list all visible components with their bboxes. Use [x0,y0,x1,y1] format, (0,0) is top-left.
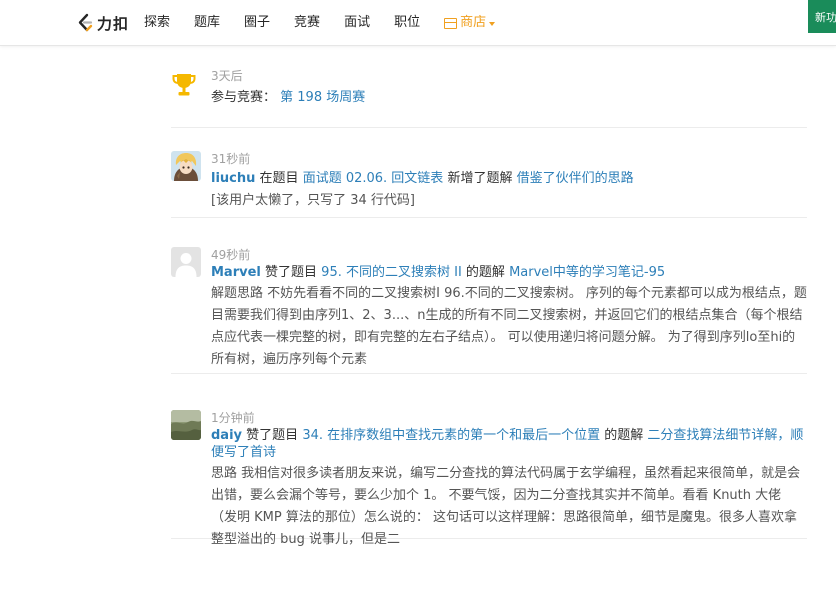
avatar-default[interactable] [171,247,201,277]
nav-shop-label: 商店 [460,15,487,30]
feed-item-content: 49秒前 Marvel 赞了题目 95. 不同的二叉搜索树 II 的题解 Mar… [211,247,807,371]
solution-link[interactable]: 借鉴了伙伴们的思路 [517,171,634,186]
nav-shop[interactable]: 商店 [444,14,496,32]
nav-circle[interactable]: 圈子 [244,14,270,32]
activity-feed: 3天后 参与竞赛： 第 198 场周赛 31秒前 liuchu 在题目 面试题 … [171,46,807,547]
feed-item-title: daiy 赞了题目 34. 在排序数组中查找元素的第一个和最后一个位置 的题解 … [211,427,807,461]
problem-link[interactable]: 面试题 02.06. 回文链表 [303,171,444,186]
chevron-down-icon [489,21,496,26]
feed-item-text: 的题解 [604,428,644,443]
nav-explore[interactable]: 探索 [144,14,170,32]
feed-item-summary: 解题思路 不妨先看看不同的二叉搜索树I 96.不同的二叉搜索树。 序列的每个元素… [211,286,807,367]
user-link[interactable]: daiy [211,428,242,443]
feed-item-title: Marvel 赞了题目 95. 不同的二叉搜索树 II 的题解 Marvel中等… [211,264,807,281]
feed-item-summary: 思路 我相信对很多读者朋友来说，编写二分查找的算法代码属于玄学编程，虽然看起来很… [211,466,801,547]
shop-icon [444,17,458,29]
problem-link[interactable]: 95. 不同的二叉搜索树 II [321,265,462,280]
avatar-anime[interactable] [171,151,201,181]
nav-jobs[interactable]: 职位 [394,14,420,32]
feed-item-text: 参与竞赛： [211,90,277,105]
feed-item-title: liuchu 在题目 面试题 02.06. 回文链表 新增了题解 借鉴了伙伴们的… [211,170,807,187]
feed-item-content: 3天后 参与竞赛： 第 198 场周赛 [211,68,807,106]
user-link[interactable]: liuchu [211,171,255,186]
feed-item-text: 赞了题目 [246,428,299,443]
feed-item-content: 1分钟前 daiy 赞了题目 34. 在排序数组中查找元素的第一个和最后一个位置… [211,410,807,551]
user-link[interactable]: Marvel [211,265,261,280]
nav-contest[interactable]: 竞赛 [294,14,320,32]
feed-item: 31秒前 liuchu 在题目 面试题 02.06. 回文链表 新增了题解 借鉴… [171,128,807,218]
feed-item-time: 31秒前 [211,152,251,166]
problem-link[interactable]: 34. 在排序数组中查找元素的第一个和最后一个位置 [302,428,600,443]
feed-item: 3天后 参与竞赛： 第 198 场周赛 [171,46,807,128]
feed-item-content: 31秒前 liuchu 在题目 面试题 02.06. 回文链表 新增了题解 借鉴… [211,151,807,212]
logo-text: 力扣 [97,14,130,33]
top-navbar: 力扣 探索 题库 圈子 竞赛 面试 职位 商店 新功 [0,0,836,46]
new-feature-button[interactable]: 新功 [808,0,836,33]
nav-problems[interactable]: 题库 [194,14,220,32]
feed-item-time: 49秒前 [211,248,251,262]
feed-item-text: 的题解 [465,265,505,280]
feed-item: 1分钟前 daiy 赞了题目 34. 在排序数组中查找元素的第一个和最后一个位置… [171,374,807,547]
feed-item-text: 赞了题目 [265,265,318,280]
feed-item: 49秒前 Marvel 赞了题目 95. 不同的二叉搜索树 II 的题解 Mar… [171,218,807,374]
solution-link[interactable]: Marvel中等的学习笔记-95 [509,265,665,280]
avatar-landscape[interactable] [171,410,201,440]
feed-item-text: 新增了题解 [447,171,513,186]
feed-item-time: 1分钟前 [211,411,255,425]
nav-interview[interactable]: 面试 [344,14,370,32]
feed-item-text: 在题目 [259,171,299,186]
leetcode-logo-icon [78,13,93,32]
trophy-icon [171,72,197,98]
contest-link[interactable]: 第 198 场周赛 [280,90,365,105]
feed-item-title: 参与竞赛： 第 198 场周赛 [211,89,807,106]
feed-item-time: 3天后 [211,69,243,83]
logo[interactable]: 力扣 [76,12,129,34]
main-nav: 探索 题库 圈子 竞赛 面试 职位 商店 [144,14,519,32]
feed-item-summary: [该用户太懒了，只写了 34 行代码] [211,193,415,208]
